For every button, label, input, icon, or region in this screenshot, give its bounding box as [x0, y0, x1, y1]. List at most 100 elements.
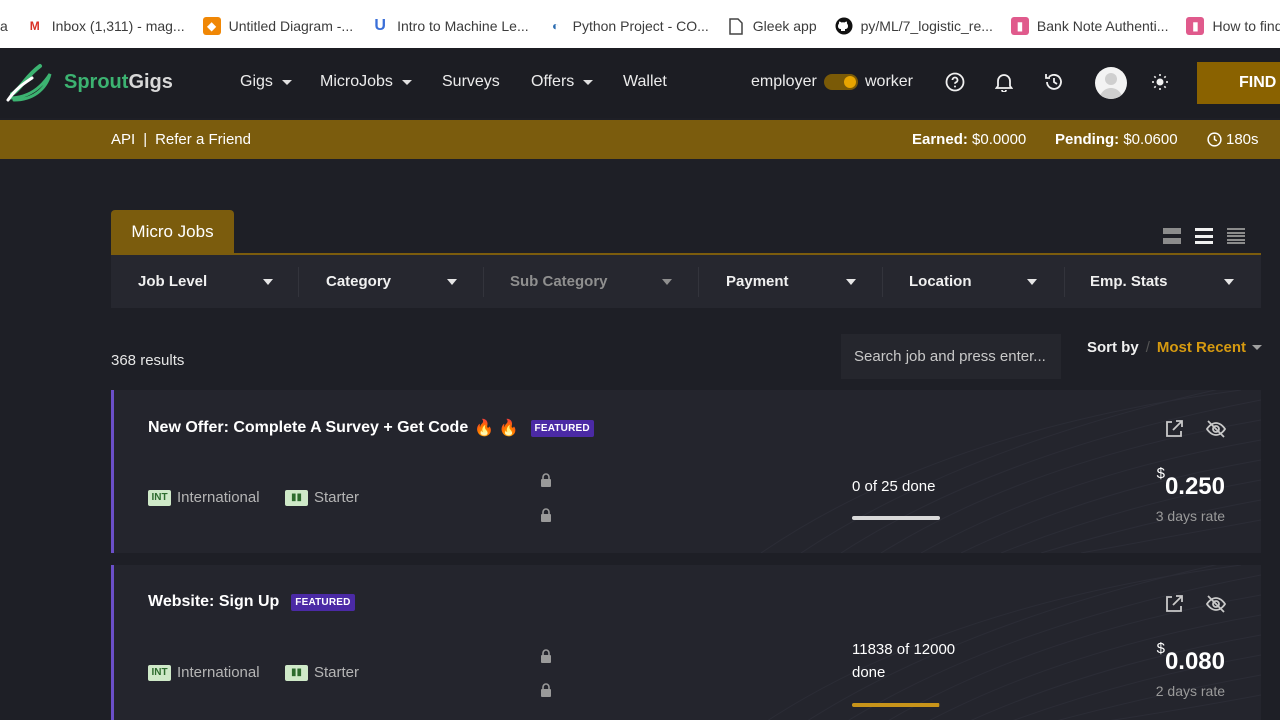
timer: 180s: [1207, 131, 1259, 148]
filter-emp-stats[interactable]: Emp. Stats: [1090, 255, 1168, 308]
bell-icon[interactable]: [993, 71, 1015, 93]
bar-chart-icon: ▮▮: [285, 489, 308, 506]
bookmark-colab[interactable]: ◐ Python Project - CO...: [538, 0, 718, 52]
sprout-logo-icon: [6, 64, 52, 102]
job-card[interactable]: New Offer: Complete A Survey + Get Code …: [111, 390, 1261, 553]
history-icon[interactable]: [1043, 71, 1065, 93]
divider: [298, 267, 299, 297]
level-tag: ▮▮ Starter: [285, 489, 359, 506]
featured-badge: FEATURED: [530, 419, 594, 437]
sort-separator: /: [1145, 339, 1150, 356]
chevron-down-icon: [263, 279, 273, 285]
employer-label[interactable]: employer: [751, 73, 817, 91]
compact-view-icon[interactable]: [1227, 228, 1245, 244]
user-icon: [1099, 73, 1123, 99]
completion-progress: [852, 516, 940, 520]
worker-label[interactable]: worker: [865, 73, 913, 91]
avatar[interactable]: [1095, 67, 1127, 99]
results-count: 368 results: [111, 352, 185, 369]
hide-eye-icon[interactable]: [1205, 418, 1227, 440]
udemy-icon: U: [374, 17, 386, 34]
chevron-down-icon: [1224, 279, 1234, 285]
nav-gigs[interactable]: Gigs: [240, 73, 292, 91]
bookmark-kaggle-1[interactable]: ▮ Bank Note Authenti...: [1002, 0, 1178, 52]
divider: [882, 267, 883, 297]
refer-friend-link[interactable]: Refer a Friend: [155, 131, 251, 148]
external-link-icon[interactable]: [1163, 593, 1185, 615]
chevron-down-icon: [583, 79, 594, 85]
pending-balance: Pending: $0.0600: [1055, 131, 1178, 148]
api-link[interactable]: API: [111, 131, 135, 148]
bookmark-gleek[interactable]: Gleek app: [718, 0, 826, 52]
brand-logo[interactable]: SproutGigs: [6, 62, 173, 102]
external-link-icon[interactable]: [1163, 418, 1185, 440]
filter-payment[interactable]: Payment: [726, 255, 789, 308]
chevron-down-icon: [281, 79, 292, 85]
chevron-down-icon: [1252, 345, 1263, 350]
account-subbar: API | Refer a Friend Earned: $0.0000 Pendi…: [0, 120, 1280, 159]
completion-status: 0 of 25 done: [852, 478, 936, 495]
chevron-down-icon: [1027, 279, 1037, 285]
help-icon[interactable]: [944, 71, 966, 93]
divider: [698, 267, 699, 297]
document-icon: [727, 17, 745, 35]
job-title[interactable]: Website: Sign Up FEATURED: [148, 593, 355, 611]
bookmark-gmail[interactable]: M Inbox (1,311) - mag...: [17, 0, 194, 52]
divider: [1064, 267, 1065, 297]
earned-balance: Earned: $0.0000: [912, 131, 1027, 148]
job-card[interactable]: Website: Sign Up FEATURED INT Internatio…: [111, 565, 1261, 720]
sort-by[interactable]: Sort by / Most Recent: [1087, 339, 1263, 356]
nav-wallet[interactable]: Wallet: [623, 73, 667, 91]
find-button[interactable]: FIND: [1197, 62, 1280, 104]
filter-job-level[interactable]: Job Level: [138, 255, 207, 308]
lock-icon: [541, 508, 551, 522]
chevron-down-icon: [846, 279, 856, 285]
chevron-down-icon: [447, 279, 457, 285]
filter-location[interactable]: Location: [909, 255, 972, 308]
tab-micro-jobs[interactable]: Micro Jobs: [111, 210, 234, 254]
job-rate: 3 days rate: [1155, 508, 1225, 524]
job-title[interactable]: New Offer: Complete A Survey + Get Code …: [148, 418, 594, 438]
lock-icon: [541, 649, 551, 663]
toggle-knob: [844, 76, 856, 88]
bookmark-label: Bank Note Authenti...: [1036, 18, 1169, 34]
nav-microjobs[interactable]: MicroJobs: [320, 73, 412, 91]
bar-chart-icon: ▮▮: [285, 664, 308, 681]
colab-icon: ◐: [552, 19, 560, 33]
bookmark-github[interactable]: py/ML/7_logistic_re...: [826, 0, 1002, 52]
nav-offers[interactable]: Offers: [531, 73, 594, 91]
top-nav: SproutGigs Gigs MicroJobs Surveys Offers…: [0, 48, 1280, 118]
job-price: $0.080: [1156, 640, 1225, 675]
location-code-icon: INT: [148, 489, 171, 506]
kaggle-icon: ▮: [1010, 17, 1029, 35]
theme-sun-icon[interactable]: [1149, 71, 1171, 93]
job-rate: 2 days rate: [1155, 683, 1225, 699]
bookmark-label: Inbox (1,311) - mag...: [51, 18, 185, 34]
bookmarks-bar: a M Inbox (1,311) - mag... ◆ Untitled Di…: [0, 0, 1280, 52]
grid-view-icon[interactable]: [1163, 228, 1181, 244]
search-input[interactable]: [841, 334, 1061, 379]
filter-sub-category[interactable]: Sub Category: [510, 255, 608, 308]
bookmark-kaggle-2[interactable]: ▮ How to find the mo...: [1177, 0, 1280, 52]
chevron-down-icon: [662, 279, 672, 285]
filter-category[interactable]: Category: [326, 255, 391, 308]
fire-emoji-icon: 🔥 🔥: [474, 420, 519, 437]
bookmark-diagram[interactable]: ◆ Untitled Diagram -...: [194, 0, 362, 52]
list-view-icon[interactable]: [1195, 228, 1213, 244]
chevron-down-icon: [401, 79, 412, 85]
bookmark-label: Python Project - CO...: [572, 18, 709, 34]
progress-fill: [852, 703, 939, 707]
level-tag: ▮▮ Starter: [285, 664, 359, 681]
bookmark-lead[interactable]: a: [0, 0, 17, 52]
featured-badge: FEATURED: [291, 593, 355, 611]
bookmark-udemy[interactable]: U Intro to Machine Le...: [362, 0, 538, 52]
clock-icon: [1207, 132, 1222, 147]
bookmark-label: How to find the mo...: [1212, 18, 1280, 34]
location-tag: INT International: [148, 664, 260, 681]
nav-surveys[interactable]: Surveys: [442, 73, 500, 91]
subbar-links: API | Refer a Friend: [111, 131, 251, 148]
hide-eye-icon[interactable]: [1205, 593, 1227, 615]
kaggle-icon: ▮: [1186, 17, 1205, 35]
employer-worker-toggle[interactable]: [824, 74, 858, 90]
diagram-icon: ◆: [202, 17, 221, 35]
